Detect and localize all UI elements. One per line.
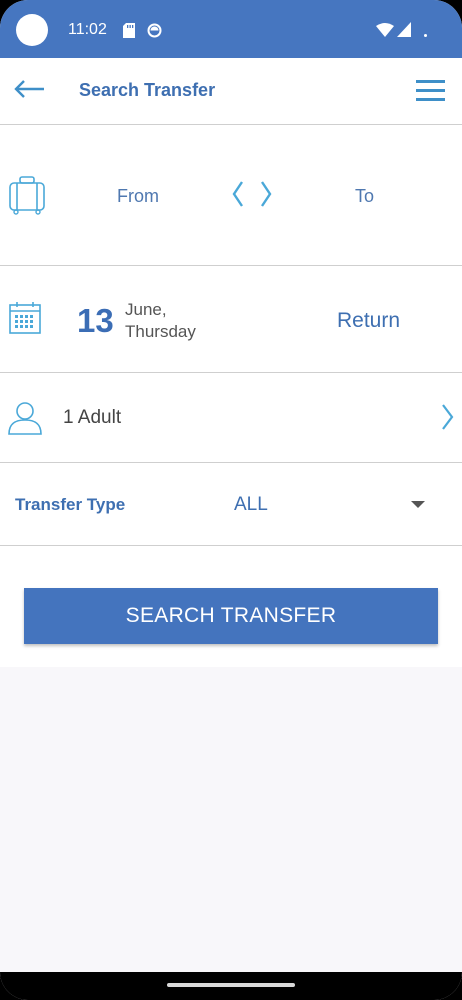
hamburger-menu-icon[interactable] <box>416 79 446 103</box>
route-row: From To <box>0 125 462 266</box>
home-indicator[interactable] <box>167 983 295 987</box>
transfer-type-select[interactable]: ALL <box>234 494 268 516</box>
date-row[interactable]: 13 June, Thursday Return <box>0 266 462 373</box>
signal-icon <box>397 22 411 37</box>
status-time: 11:02 <box>68 21 107 38</box>
phone-screen: 11:02 Search Transfer From To 13 June, T… <box>0 0 462 1000</box>
status-indicator-dot <box>424 34 427 37</box>
person-icon <box>8 402 42 435</box>
to-field[interactable]: To <box>355 186 374 207</box>
date-month: June, <box>125 300 167 319</box>
status-bar: 11:02 <box>0 0 462 58</box>
passengers-row[interactable]: 1 Adult <box>0 373 462 463</box>
swap-direction-icon[interactable] <box>230 180 274 208</box>
app-bar: Search Transfer <box>0 58 462 125</box>
search-area: SEARCH TRANSFER <box>0 546 462 667</box>
camera-cutout <box>16 14 48 46</box>
date-day: 13 <box>77 302 114 339</box>
dropdown-arrow-icon[interactable] <box>411 501 425 509</box>
wifi-icon <box>376 23 394 37</box>
sync-icon <box>147 23 162 38</box>
return-date-button[interactable]: Return <box>337 309 400 333</box>
luggage-icon <box>9 176 45 215</box>
page-title: Search Transfer <box>79 80 216 100</box>
transfer-type-label: Transfer Type <box>15 495 126 514</box>
back-arrow-icon[interactable] <box>14 78 46 100</box>
calendar-icon <box>9 302 41 334</box>
sd-card-icon <box>123 23 135 38</box>
passenger-count: 1 Adult <box>63 407 122 428</box>
date-weekday: Thursday <box>125 322 196 341</box>
chevron-right-icon[interactable] <box>440 403 454 431</box>
from-field[interactable]: From <box>117 186 159 207</box>
search-transfer-button[interactable]: SEARCH TRANSFER <box>24 588 438 644</box>
transfer-type-row: Transfer Type ALL <box>0 463 462 546</box>
